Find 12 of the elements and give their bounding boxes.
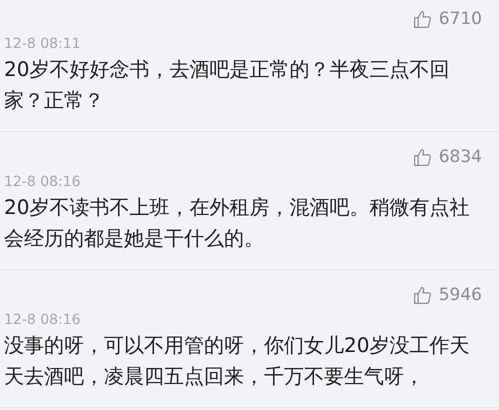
comment-time: 12-8 08:11 [4,35,82,54]
thumbs-up-icon[interactable] [412,8,433,30]
comment-text: 没事的呀，可以不用管的呀，你们女儿20岁没工作天天去酒吧，凌晨四五点回来，千万不要生气呀， [4,332,470,390]
like-count: 6834 [438,147,482,167]
comment-text: 20岁不读书不上班，在外租房，混酒吧。稍微有点社会经历的都是她是干什么的。 [4,194,470,252]
like-count: 6710 [438,9,482,29]
like-count: 5946 [438,285,482,305]
comment-time: 12-8 08:16 [4,173,82,192]
thumbs-up-icon[interactable] [412,146,433,168]
comment-text: 20岁不好好念书，去酒吧是正常的？半夜三点不回家？正常？ [4,56,450,114]
comment-time: 12-8 08:16 [4,311,82,330]
thumbs-up-icon[interactable] [412,284,433,306]
